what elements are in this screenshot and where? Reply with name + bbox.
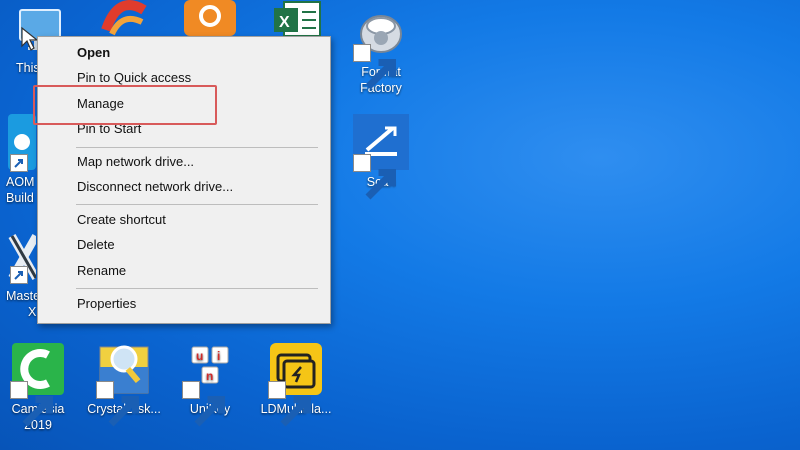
menu-item-pin-to-start[interactable]: Pin to Start xyxy=(77,118,141,140)
menu-item-map-network-drive[interactable]: Map network drive... xyxy=(77,151,194,173)
excel-shortcut[interactable]: X xyxy=(270,0,330,40)
app-icon xyxy=(184,0,236,36)
aom-builder-shortcut[interactable]: AOM Build xyxy=(0,114,40,209)
master-shortcut[interactable]: Maste X xyxy=(0,232,40,320)
menu-separator xyxy=(76,204,318,205)
menu-separator xyxy=(76,288,318,289)
master-label-2: X xyxy=(28,305,37,319)
top-app-shortcut-red[interactable] xyxy=(96,0,156,40)
shortcut-arrow-icon xyxy=(10,154,28,172)
master-label: Maste xyxy=(6,289,41,303)
desktop[interactable]: This X Format Factory Scan AOM Build Mas… xyxy=(0,0,800,450)
context-menu[interactable]: Open Pin to Quick access Manage Pin to S… xyxy=(37,36,331,324)
unikey-shortcut[interactable]: u i n UniKey xyxy=(172,341,248,427)
format-factory-shortcut[interactable]: Format Factory xyxy=(343,4,419,96)
shortcut-arrow-icon xyxy=(10,381,53,427)
scan-shortcut[interactable]: Scan xyxy=(343,114,419,200)
ldmultiplayer-shortcut[interactable]: LDMultiPla... xyxy=(258,341,334,427)
aom-label: AOM xyxy=(6,175,35,189)
build-label: Build xyxy=(6,191,34,205)
menu-item-properties[interactable]: Properties xyxy=(77,293,136,315)
menu-item-manage[interactable]: Manage xyxy=(77,93,124,115)
shortcut-arrow-icon xyxy=(182,381,225,427)
top-app-shortcut-orange[interactable] xyxy=(182,0,242,40)
shortcut-arrow-icon xyxy=(268,381,311,427)
menu-item-disconnect-network-drive[interactable]: Disconnect network drive... xyxy=(77,176,233,198)
camtasia-shortcut[interactable]: Camtasia 2019 xyxy=(0,341,76,433)
menu-item-pin-quick-access[interactable]: Pin to Quick access xyxy=(77,67,191,89)
menu-item-delete[interactable]: Delete xyxy=(77,234,115,256)
svg-text:X: X xyxy=(279,14,290,31)
menu-item-rename[interactable]: Rename xyxy=(77,260,126,282)
excel-icon: X xyxy=(274,1,321,37)
app-icon xyxy=(101,0,147,36)
shortcut-arrow-icon xyxy=(353,44,396,90)
svg-text:n: n xyxy=(206,369,213,383)
shortcut-arrow-icon xyxy=(96,381,139,427)
shortcut-arrow-icon xyxy=(353,154,396,200)
menu-item-create-shortcut[interactable]: Create shortcut xyxy=(77,209,166,231)
shortcut-arrow-icon xyxy=(10,266,28,284)
crystaldisk-shortcut[interactable]: CrystalDisk... xyxy=(86,341,162,427)
svg-text:i: i xyxy=(217,349,220,363)
svg-text:u: u xyxy=(196,349,203,363)
menu-item-open[interactable]: Open xyxy=(77,42,110,64)
menu-separator xyxy=(76,147,318,148)
